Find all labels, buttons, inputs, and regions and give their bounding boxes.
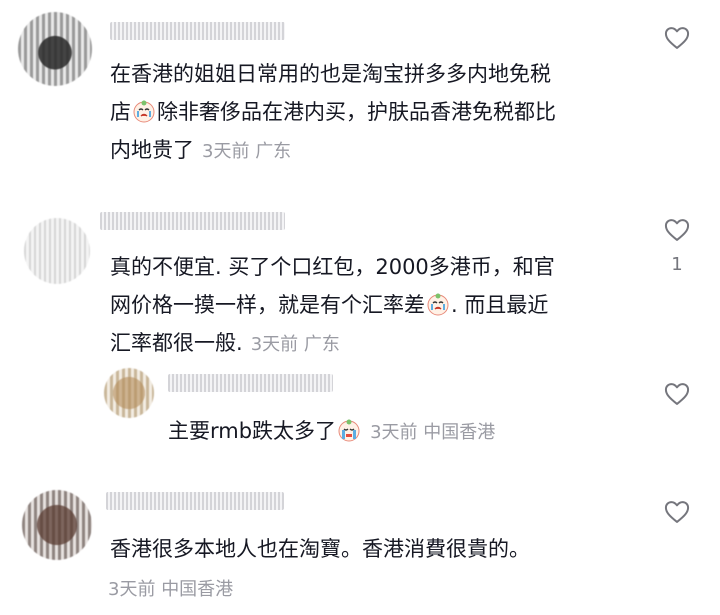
username[interactable] <box>106 492 284 510</box>
sobbing-face-emoji <box>338 419 360 442</box>
like-count: 1 <box>671 254 683 275</box>
comment-text: 香港很多本地人也在淘寶。香港消費很貴的。 <box>110 530 530 568</box>
avatar[interactable] <box>104 368 154 418</box>
comment-location: 广东 <box>255 141 292 162</box>
avatar[interactable] <box>24 218 90 284</box>
comment-text-line: 店 <box>110 100 131 124</box>
comment-location: 中国香港 <box>423 422 496 443</box>
avatar[interactable] <box>18 12 92 86</box>
comment-time: 3天前 <box>202 141 250 162</box>
comment-text-line: 网价格一摸一样，就是有个汇率差 <box>110 293 425 317</box>
comment-text: 真的不便宜. 买了个口红包，2000多港币，和官 网价格一摸一样，就是有个汇率差… <box>110 248 555 364</box>
comment-text-line: 汇率都很一般. <box>110 331 243 355</box>
comment-meta: 3天前 中国香港 <box>108 575 233 601</box>
sobbing-face-emoji <box>427 293 449 316</box>
comment-time: 3天前 <box>370 422 418 443</box>
comment-meta: 3天前 广东 <box>202 141 291 162</box>
crying-face-emoji <box>133 100 155 123</box>
comment-item: 在香港的姐姐日常用的也是淘宝拼多多内地免税 店 除非奢侈品在港内买，护肤品香港免… <box>0 0 720 200</box>
comment-text-line: 除非奢侈品在港内买，护肤品香港免税都比 <box>157 100 556 124</box>
comment-text-line: 主要rmb跌太多了 <box>168 419 337 443</box>
comment-time: 3天前 <box>250 334 299 355</box>
comment-text-line: 香港很多本地人也在淘寶。香港消費很貴的。 <box>110 537 530 561</box>
comment-time: 3天前 <box>108 579 156 600</box>
comment-text-line: 在香港的姐姐日常用的也是淘宝拼多多内地免税 <box>110 62 551 86</box>
comment-item: 真的不便宜. 买了个口红包，2000多港币，和官 网价格一摸一样，就是有个汇率差… <box>0 200 720 360</box>
comment-text-line: 真的不便宜. 买了个口红包，2000多港币，和官 <box>110 255 555 279</box>
username[interactable] <box>168 374 333 392</box>
username[interactable] <box>110 22 285 40</box>
comment-meta: 3天前 广东 <box>251 334 340 355</box>
comment-meta: 3天前 中国香港 <box>370 422 495 443</box>
comment-text-line: 内地贵了 <box>110 138 194 162</box>
comment-location: 中国香港 <box>161 579 234 600</box>
comment-text: 主要rmb跌太多了 3天前 中国香港 <box>168 412 495 452</box>
comment-location: 广东 <box>303 334 340 355</box>
reply-item: 主要rmb跌太多了 3天前 中国香港 <box>0 360 720 470</box>
username[interactable] <box>100 212 285 230</box>
comment-item: 香港很多本地人也在淘寶。香港消費很貴的。 3天前 中国香港 <box>0 470 720 615</box>
heart-outline-icon[interactable] <box>662 24 692 52</box>
heart-outline-icon[interactable] <box>662 498 692 526</box>
heart-outline-icon[interactable] <box>662 380 692 408</box>
heart-outline-icon[interactable] <box>662 216 692 244</box>
comment-text-line: . 而且最近 <box>451 293 549 317</box>
avatar[interactable] <box>22 490 92 560</box>
comment-text: 在香港的姐姐日常用的也是淘宝拼多多内地免税 店 除非奢侈品在港内买，护肤品香港免… <box>110 55 556 171</box>
